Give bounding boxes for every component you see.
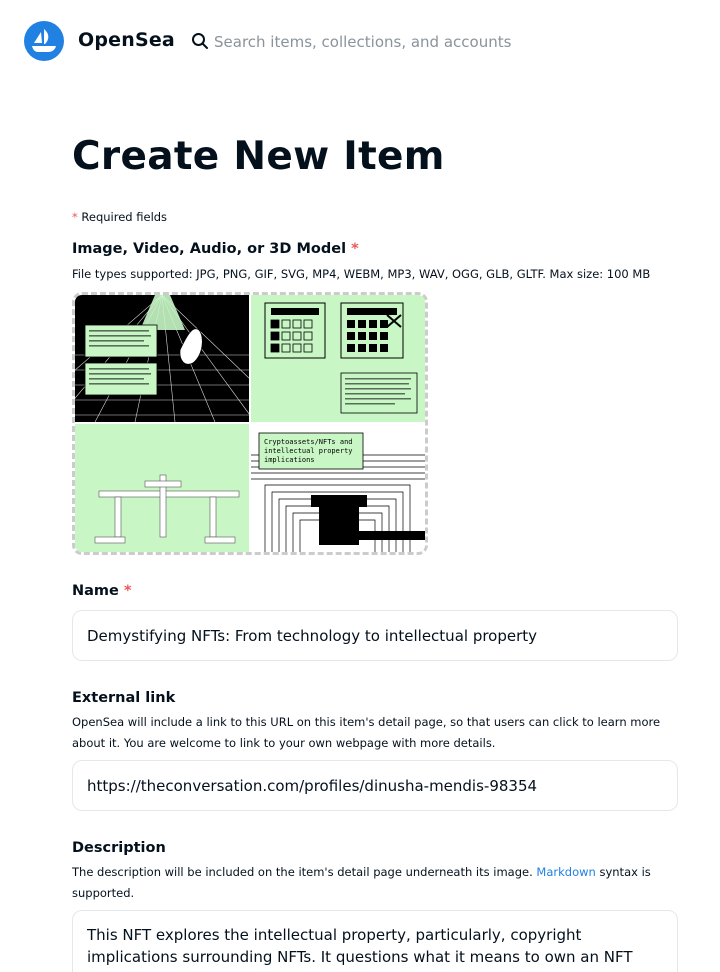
top-navigation-bar: OpenSea — [0, 0, 720, 84]
opensea-logo-icon[interactable] — [24, 21, 64, 61]
name-label: Name * — [72, 583, 132, 599]
external-link-label: External link — [72, 690, 176, 706]
description-helper: The description will be included on the … — [72, 862, 672, 904]
art-panel-crosses — [75, 424, 249, 552]
name-field[interactable] — [72, 610, 678, 661]
description-label: Description — [72, 840, 166, 856]
media-label-text: Image, Video, Audio, or 3D Model — [72, 241, 347, 257]
external-link-field[interactable] — [72, 760, 678, 811]
page-title: Create New Item — [72, 134, 445, 179]
nft-artwork-preview: Cryptoassets/NFTs and intellectual prope… — [75, 295, 425, 552]
description-field[interactable]: This NFT explores the intellectual prope… — [72, 910, 678, 972]
search-input[interactable] — [214, 29, 694, 55]
description-helper-text: The description will be included on the … — [72, 865, 533, 879]
media-upload-dropzone[interactable]: Cryptoassets/NFTs and intellectual prope… — [72, 292, 428, 555]
media-label: Image, Video, Audio, or 3D Model * — [72, 241, 359, 257]
required-fields-note: * Required fields — [72, 210, 167, 224]
name-label-text: Name — [72, 583, 119, 599]
markdown-link[interactable]: Markdown — [536, 865, 595, 879]
required-asterisk: * — [72, 210, 78, 224]
required-note-text: Required fields — [81, 210, 168, 224]
brand-name[interactable]: OpenSea — [78, 29, 175, 51]
required-asterisk: * — [123, 583, 132, 599]
search-icon — [192, 33, 208, 49]
required-asterisk: * — [351, 241, 359, 257]
external-link-helper: OpenSea will include a link to this URL … — [72, 715, 661, 750]
media-supported-types: File types supported: JPG, PNG, GIF, SVG… — [72, 267, 651, 281]
